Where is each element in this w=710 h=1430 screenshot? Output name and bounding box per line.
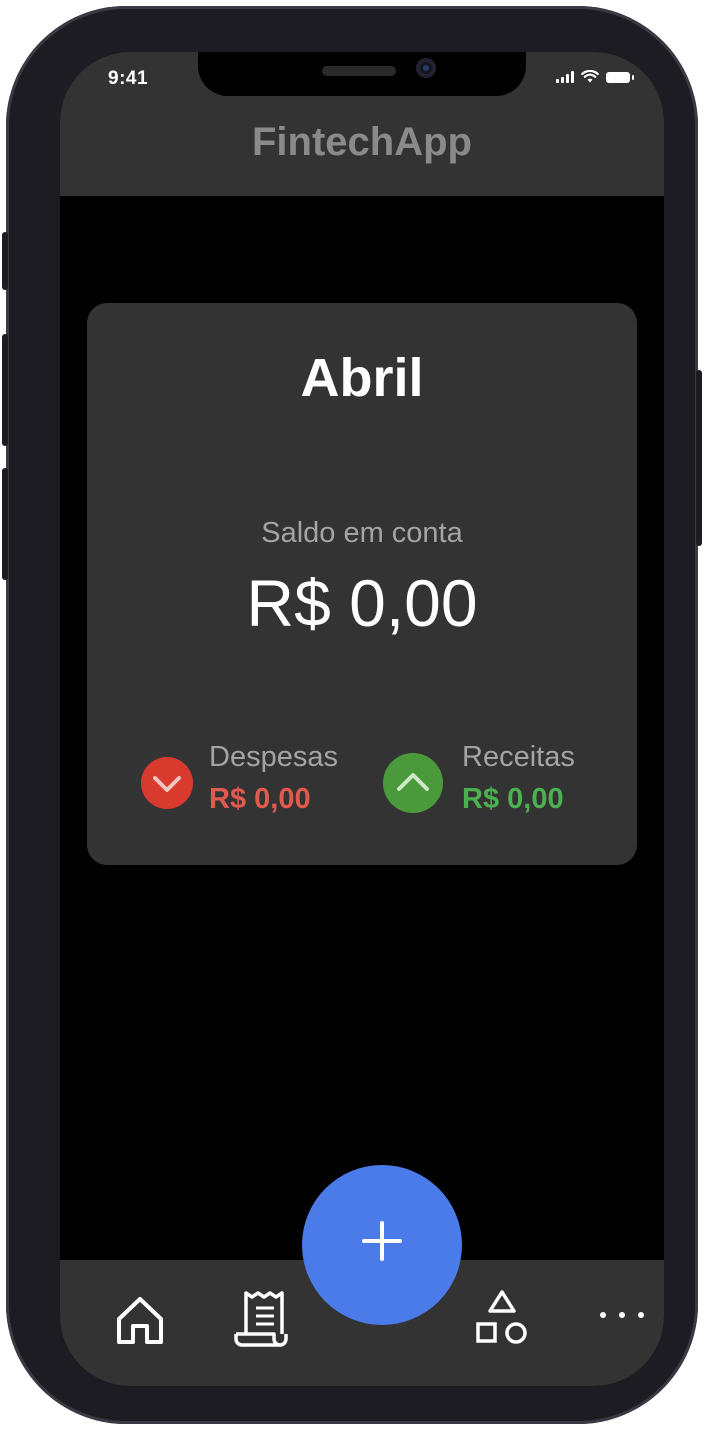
app-header: 9:41 FintechApp: [60, 52, 664, 196]
battery-icon: [606, 72, 634, 83]
income-label: Receitas: [462, 741, 575, 773]
expenses-label: Despesas: [209, 741, 338, 773]
add-transaction-button[interactable]: [302, 1165, 462, 1325]
volume-up-button: [2, 334, 8, 446]
cellular-signal-icon: [556, 71, 574, 83]
status-time: 9:41: [108, 68, 149, 89]
front-camera: [416, 58, 436, 78]
home-icon[interactable]: [112, 1292, 168, 1348]
receipt-icon[interactable]: [232, 1288, 292, 1350]
income-value: R$ 0,00: [462, 783, 564, 815]
balance-label: Saldo em conta: [261, 517, 463, 549]
chevron-down-icon: [141, 757, 193, 809]
more-icon[interactable]: [596, 1290, 648, 1340]
income-summary[interactable]: Receitas R$ 0,00: [382, 741, 612, 821]
phone-frame: 9:41 FintechApp Abril Saldo em conta R$ …: [2, 6, 702, 1424]
summary-card: Abril Saldo em conta R$ 0,00 Despesas R$…: [87, 303, 637, 865]
plus-icon: [362, 1221, 402, 1261]
status-icons: [556, 70, 634, 83]
screen: 9:41 FintechApp Abril Saldo em conta R$ …: [60, 52, 664, 1386]
chevron-up-icon: [383, 753, 443, 813]
speaker: [322, 66, 396, 76]
wifi-icon: [581, 70, 599, 83]
notch: [198, 52, 526, 96]
balance-value: R$ 0,00: [246, 566, 478, 640]
expenses-summary[interactable]: Despesas R$ 0,00: [141, 741, 361, 821]
app-title: FintechApp: [252, 120, 472, 164]
month-title[interactable]: Abril: [87, 347, 637, 409]
silent-switch: [2, 232, 8, 290]
categories-icon[interactable]: [472, 1288, 532, 1350]
power-button: [696, 370, 702, 546]
volume-down-button: [2, 468, 8, 580]
expenses-value: R$ 0,00: [209, 783, 311, 815]
